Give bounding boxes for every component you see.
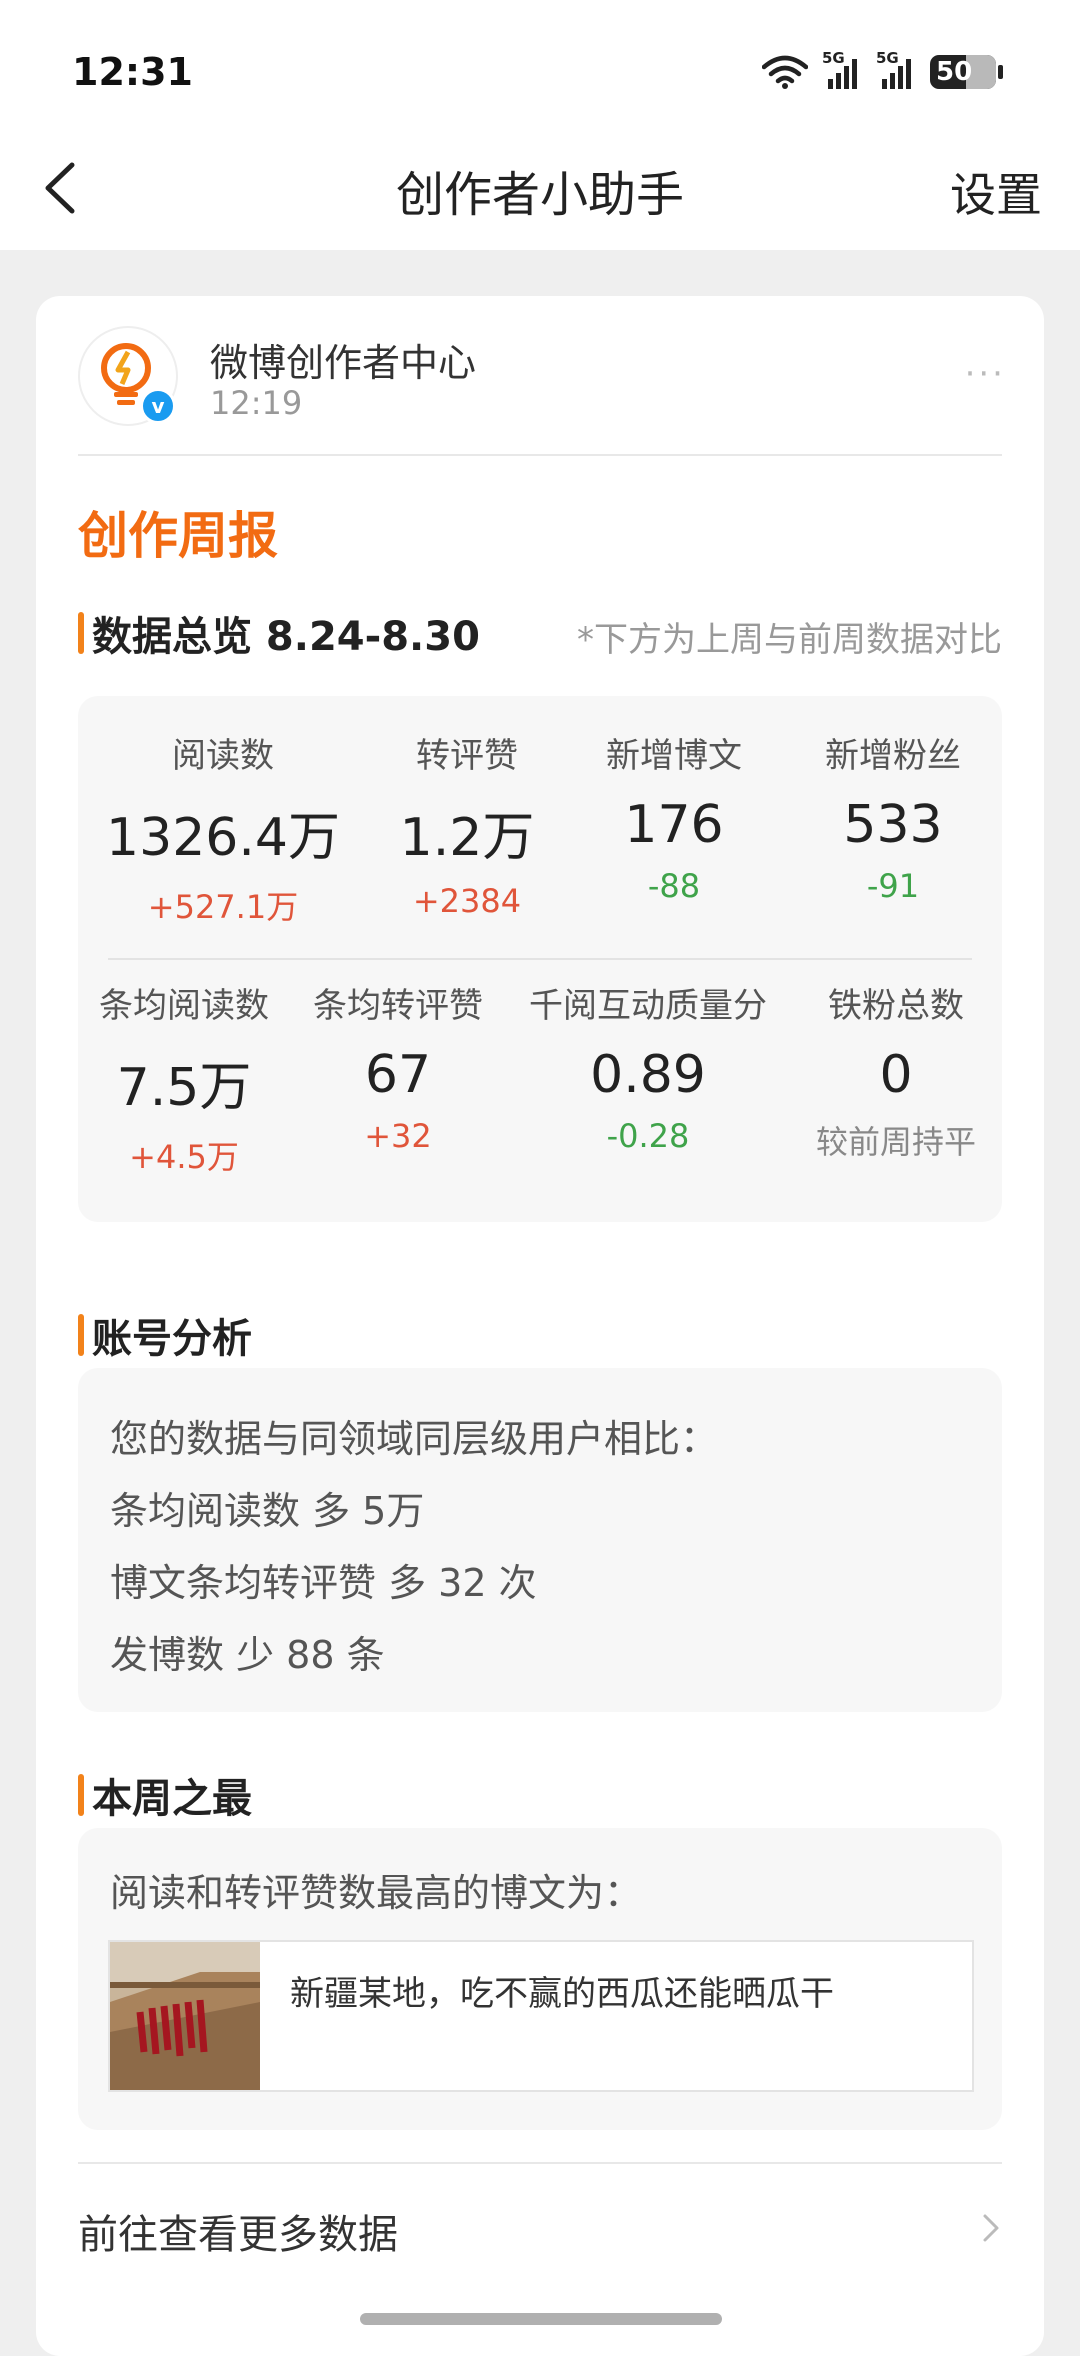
section-marker [78,1314,84,1356]
view-more-data-link[interactable]: 前往查看更多数据 [78,2202,398,2260]
analysis-box: 您的数据与同领域同层级用户相比： 条均阅读数 多 5万 博文条均转评赞 多 32… [78,1368,1002,1712]
analysis-title: 账号分析 [92,1316,252,1362]
overview-heading: 数据总览 8.24-8.30 [78,604,480,662]
footer-divider [78,2162,1002,2164]
stat-label: 千阅互动质量分 [529,986,767,1026]
best-title: 本周之最 [92,1776,252,1822]
stats-grid: 阅读数 1326.4万 +527.1万 转评赞 1.2万 +2384 新增博文 … [78,696,1002,1222]
best-intro: 阅读和转评赞数最高的博文为： [110,1871,643,1915]
stat-value: 7.5万 [116,1058,252,1118]
stat-iron-fans: 铁粉总数 0 较前周持平 [816,978,976,1163]
analysis-line: 条均阅读数 多 5万 [110,1489,425,1533]
stat-label: 条均转评赞 [313,986,483,1026]
best-post-card[interactable]: 新疆某地，吃不赢的西瓜还能晒瓜干 [108,1940,974,2092]
best-heading: 本周之最 [78,1766,252,1824]
stat-delta: +32 [364,1117,432,1155]
chevron-right-icon[interactable] [976,2208,1006,2248]
stat-label: 新增博文 [606,736,742,776]
stat-value: 176 [624,795,724,855]
stat-engagement: 转评赞 1.2万 +2384 [400,728,535,920]
stat-delta: -91 [866,867,920,905]
stat-value: 1.2万 [399,808,535,868]
status-time: 12:31 [72,50,193,94]
post-title: 新疆某地，吃不赢的西瓜还能晒瓜干 [290,1974,834,2014]
stat-label: 条均阅读数 [99,986,269,1026]
stat-avg-engagement: 条均转评赞 67 +32 [313,978,483,1155]
page-title: 创作者小助手 [395,167,684,223]
analysis-line: 您的数据与同领域同层级用户相比： [110,1417,719,1461]
stat-label: 新增粉丝 [825,736,961,776]
stat-new-posts: 新增博文 176 -88 [606,728,742,905]
status-bar: 12:31 5G 5G 50 [0,0,1080,135]
nav-bar: 创作者小助手 设置 [0,135,1080,250]
stat-label: 转评赞 [415,736,518,776]
stat-delta: +527.1万 [147,888,299,926]
verified-badge: v [140,388,176,424]
overview-title: 数据总览 8.24-8.30 [92,614,480,660]
signal-5g-icon: 5G [876,49,916,91]
sender-name[interactable]: 微博创作者中心 [210,332,476,387]
stat-value: 67 [364,1045,432,1105]
more-options-icon[interactable]: ··· [965,354,1006,394]
weekly-report-card: v 微博创作者中心 12:19 ··· 创作周报 数据总览 8.24-8.30 … [36,296,1044,2356]
stat-value: 1326.4万 [106,808,340,868]
stat-label: 阅读数 [171,736,274,776]
signal-5g-icon: 5G [822,49,862,91]
stat-value: 0 [879,1045,913,1105]
stat-value: 0.89 [590,1045,706,1105]
header-divider [78,454,1002,456]
stat-delta: -0.28 [606,1117,690,1155]
status-icons: 5G 5G 50 [762,49,1003,92]
message-time: 12:19 [210,384,303,422]
section-marker [78,612,84,654]
analysis-line: 发博数 少 88 条 [110,1633,385,1677]
stat-quality-score: 千阅互动质量分 0.89 -0.28 [529,978,767,1155]
stat-label: 铁粉总数 [827,986,964,1026]
stat-delta: 较前周持平 [815,1123,977,1161]
analysis-heading: 账号分析 [78,1306,252,1364]
battery-icon: 50 [930,55,1003,89]
home-indicator[interactable] [360,2313,722,2325]
stat-read-count: 阅读数 1326.4万 +527.1万 [106,728,340,928]
settings-button[interactable]: 设置 [950,159,1042,225]
stat-delta: +4.5万 [129,1138,239,1176]
best-box: 阅读和转评赞数最高的博文为： 新疆某地，吃不赢的西瓜还能晒瓜干 [78,1828,1002,2130]
overview-note: *下方为上周与前周数据对比 [577,620,1002,660]
report-title: 创作周报 [78,507,278,565]
section-marker [78,1774,84,1816]
stat-delta: -88 [647,867,701,905]
stat-value: 533 [843,795,943,855]
analysis-line: 博文条均转评赞 多 32 次 [110,1561,537,1605]
stat-delta: +2384 [412,882,522,920]
wifi-icon [762,55,808,89]
stats-divider [108,958,972,960]
stat-avg-read: 条均阅读数 7.5万 +4.5万 [99,978,269,1178]
post-thumbnail [110,1942,260,2090]
stat-new-followers: 新增粉丝 533 -91 [825,728,961,905]
